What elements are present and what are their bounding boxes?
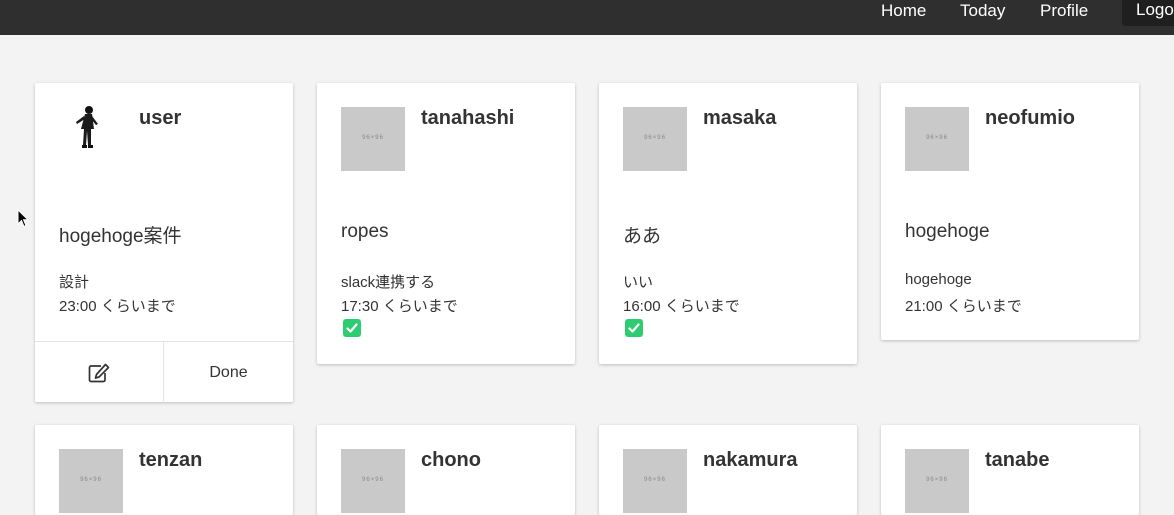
card-project: hogehoge案件 xyxy=(59,226,182,247)
status-card: 96×96 masaka ああ いい 16:00 くらいまで xyxy=(599,83,857,364)
placeholder-text: 96×96 xyxy=(926,135,948,141)
card-username: chono xyxy=(421,449,481,471)
done-button[interactable]: Done xyxy=(164,342,293,403)
card-until: 17:30 くらいまで xyxy=(341,298,458,315)
avatar-placeholder: 96×96 xyxy=(905,449,969,513)
placeholder-text: 96×96 xyxy=(644,477,666,483)
edit-button[interactable] xyxy=(35,342,164,403)
card-until: 21:00 くらいまで xyxy=(905,298,1022,315)
card-username: tenzan xyxy=(139,449,203,471)
avatar-placeholder: 96×96 xyxy=(623,449,687,513)
avatar-placeholder: 96×96 xyxy=(59,449,123,513)
top-navbar: Home Today Profile Logout xyxy=(0,0,1174,35)
placeholder-text: 96×96 xyxy=(926,477,948,483)
placeholder-text: 96×96 xyxy=(362,135,384,141)
status-card: 96×96 neofumio hogehoge hogehoge 21:00 く… xyxy=(881,83,1139,340)
card-task: いい xyxy=(623,274,654,291)
placeholder-text: 96×96 xyxy=(362,477,384,483)
card-until: 23:00 くらいまで xyxy=(59,298,176,315)
check-icon xyxy=(343,319,361,337)
card-username: nakamura xyxy=(703,449,798,471)
nav-profile[interactable]: Profile xyxy=(1040,0,1088,35)
card-project: ああ xyxy=(623,226,662,247)
check-icon xyxy=(625,319,643,337)
status-card: 96×96 tenzan xyxy=(35,425,293,515)
card-actions: Done xyxy=(35,341,293,403)
avatar-placeholder: 96×96 xyxy=(905,107,969,171)
user-avatar xyxy=(73,105,103,156)
status-card: 96×96 nakamura xyxy=(599,425,857,515)
card-task: slack連携する xyxy=(341,274,436,291)
status-card: 96×96 tanahashi ropes slack連携する 17:30 くら… xyxy=(317,83,575,364)
avatar-placeholder: 96×96 xyxy=(341,449,405,513)
status-card: user hogehoge案件 設計 23:00 くらいまで Done xyxy=(35,83,293,403)
card-task: 設計 xyxy=(59,274,90,291)
card-username: tanahashi xyxy=(421,107,515,129)
nav-home[interactable]: Home xyxy=(881,0,926,35)
status-card: 96×96 chono xyxy=(317,425,575,515)
card-username: masaka xyxy=(703,107,777,129)
avatar-placeholder: 96×96 xyxy=(623,107,687,171)
card-project: hogehoge xyxy=(905,221,990,242)
placeholder-text: 96×96 xyxy=(644,135,666,141)
card-task: hogehoge xyxy=(905,271,972,288)
card-until: 16:00 くらいまで xyxy=(623,298,740,315)
card-project: ropes xyxy=(341,221,389,242)
mouse-cursor-icon xyxy=(17,209,29,228)
avatar-placeholder: 96×96 xyxy=(341,107,405,171)
nav-today[interactable]: Today xyxy=(960,0,1005,35)
logout-button[interactable]: Logout xyxy=(1122,0,1174,26)
placeholder-text: 96×96 xyxy=(80,477,102,483)
card-username: neofumio xyxy=(985,107,1075,129)
card-username: user xyxy=(139,107,182,129)
card-username: tanabe xyxy=(985,449,1050,471)
edit-icon xyxy=(88,363,110,383)
status-card: 96×96 tanabe xyxy=(881,425,1139,515)
